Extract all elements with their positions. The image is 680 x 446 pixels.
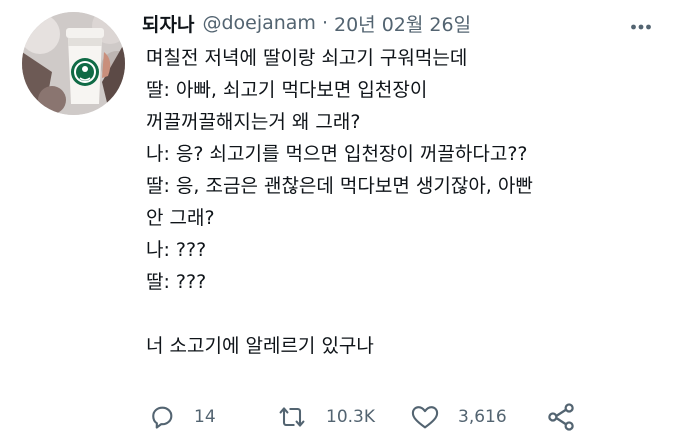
more-dots-icon xyxy=(631,24,651,30)
tweet-line: 딸: 응, 조금은 괜찮은데 먹다보면 생기잖아, 아빤 xyxy=(146,175,533,197)
tweet: 되자나 @doejanam · 20년 02월 26일 며칠전 저녁에 딸이랑 … xyxy=(0,0,680,446)
share-button[interactable] xyxy=(546,400,576,434)
share-icon xyxy=(548,403,574,431)
like-count: 3,616 xyxy=(458,407,507,427)
tweet-line: 며칠전 저녁에 딸이랑 쇠고기 구워먹는데 xyxy=(146,47,468,69)
tweet-line: 안 그래? xyxy=(146,207,215,229)
retweet-count: 10.3K xyxy=(326,407,375,427)
action-bar: 14 10.3K 3,616 xyxy=(148,400,668,434)
timestamp[interactable]: 20년 02월 26일 xyxy=(334,10,471,37)
retweet-icon xyxy=(279,407,305,427)
reply-count: 14 xyxy=(194,407,216,427)
tweet-line: 너 소고기에 알레르기 있구나 xyxy=(146,335,374,357)
tweet-line: 딸: 아빠, 쇠고기 먹다보면 입천장이 xyxy=(146,79,428,101)
tweet-line: 꺼끌꺼끌해지는거 왜 그래? xyxy=(146,111,361,133)
user-handle[interactable]: @doejanam xyxy=(202,12,316,34)
reply-icon xyxy=(152,406,173,429)
tweet-line: 딸: ??? xyxy=(146,271,207,293)
retweet-button[interactable]: 10.3K xyxy=(276,400,375,434)
display-name[interactable]: 되자나 xyxy=(142,10,194,37)
more-button[interactable] xyxy=(630,16,652,30)
avatar-photo xyxy=(22,12,125,115)
tweet-line: 나: ??? xyxy=(146,239,207,261)
like-button[interactable]: 3,616 xyxy=(410,400,507,434)
heart-icon xyxy=(411,406,439,429)
tweet-header: 되자나 @doejanam · 20년 02월 26일 xyxy=(142,8,471,38)
separator-dot: · xyxy=(321,12,328,34)
tweet-text: 며칠전 저녁에 딸이랑 쇠고기 구워먹는데 딸: 아빠, 쇠고기 먹다보면 입천… xyxy=(146,42,666,362)
tweet-line: 나: 응? 쇠고기를 먹으면 입천장이 꺼끌하다고?? xyxy=(146,143,528,165)
avatar[interactable] xyxy=(22,12,125,115)
reply-button[interactable]: 14 xyxy=(148,400,216,434)
